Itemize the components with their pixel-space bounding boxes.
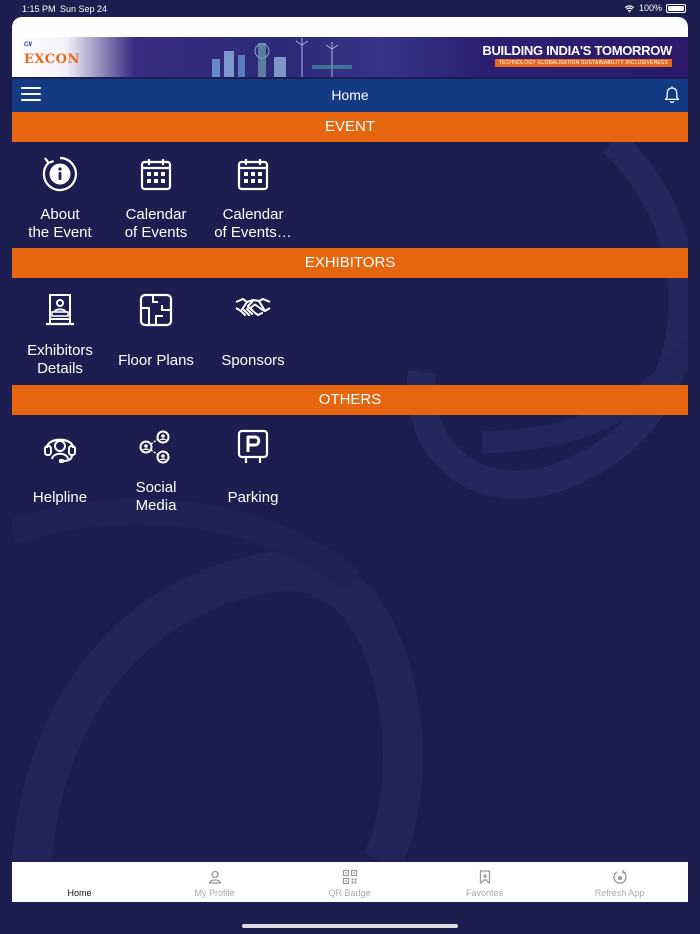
tab-qr-badge[interactable]: QR Badge bbox=[282, 862, 417, 902]
user-icon bbox=[208, 870, 222, 884]
page-title: Home bbox=[331, 87, 369, 103]
section-header-event: EVENT bbox=[12, 112, 688, 142]
excon-logo: EXCON bbox=[24, 52, 80, 67]
tile-label: About the Event bbox=[28, 206, 92, 241]
city-skyline-illustration bbox=[212, 38, 352, 77]
social-network-icon bbox=[139, 430, 170, 464]
tab-label: Refresh App bbox=[594, 888, 645, 898]
info-icon bbox=[42, 156, 77, 192]
cii-logo: CII bbox=[24, 42, 32, 48]
tile-parking[interactable]: Parking bbox=[205, 415, 301, 515]
home-indicator bbox=[242, 924, 458, 928]
tile-label: Calendar of Events… bbox=[214, 206, 292, 241]
wifi-icon bbox=[624, 4, 635, 12]
device-frame: 1:15 PM Sun Sep 24 100% CII EXCON BUILDI… bbox=[0, 0, 700, 934]
floor-plan-icon bbox=[139, 293, 173, 327]
home-icon bbox=[72, 869, 88, 885]
section-header-exhibitors: EXHIBITORS bbox=[12, 248, 688, 278]
battery-percent: 100% bbox=[638, 3, 662, 13]
tab-label: Home bbox=[67, 888, 92, 898]
battery-icon bbox=[666, 3, 686, 13]
navigation-bar: Home bbox=[12, 79, 688, 112]
status-bar: 1:15 PM Sun Sep 24 100% bbox=[0, 0, 700, 17]
status-right: 100% bbox=[624, 3, 686, 13]
tile-label: Exhibitors Details bbox=[27, 342, 93, 377]
exhibitor-booth-icon bbox=[46, 294, 74, 326]
tile-label: Floor Plans bbox=[118, 352, 194, 369]
tile-label: Calendar of Events bbox=[124, 206, 188, 241]
tile-social-media[interactable]: Social Media bbox=[108, 415, 204, 515]
top-safe-area bbox=[12, 17, 688, 37]
tab-refresh-app[interactable]: Refresh App bbox=[552, 862, 687, 902]
tab-label: QR Badge bbox=[328, 888, 371, 898]
tile-label: Social Media bbox=[135, 479, 177, 514]
qr-code-icon bbox=[342, 869, 358, 885]
tile-floor-plans[interactable]: Floor Plans bbox=[108, 278, 204, 378]
tile-calendar-of-events-2[interactable]: Calendar of Events… bbox=[205, 142, 301, 242]
status-time: 1:15 PM bbox=[22, 4, 56, 14]
tab-label: My Profile bbox=[194, 888, 235, 898]
handshake-icon bbox=[235, 298, 271, 317]
bookmark-icon bbox=[479, 870, 491, 884]
parking-icon bbox=[237, 429, 269, 463]
tab-favorites[interactable]: Favorites bbox=[417, 862, 552, 902]
status-date: Sun Sep 24 bbox=[60, 4, 108, 14]
tile-label: Parking bbox=[227, 489, 279, 506]
section-header-others: OTHERS bbox=[12, 385, 688, 415]
headset-icon bbox=[44, 438, 76, 463]
tile-label: Helpline bbox=[32, 489, 88, 506]
tile-sponsors[interactable]: Sponsors bbox=[205, 278, 301, 378]
tile-label: Sponsors bbox=[221, 352, 285, 369]
bottom-tab-bar: Home My Profile QR Badge Favorites Refre… bbox=[12, 862, 688, 902]
event-banner: CII EXCON BUILDING INDIA'S TOMORROW TECH… bbox=[12, 37, 688, 77]
banner-headline: BUILDING INDIA'S TOMORROW bbox=[482, 43, 672, 58]
tab-label: Favorites bbox=[465, 888, 503, 898]
app-screen: CII EXCON BUILDING INDIA'S TOMORROW TECH… bbox=[12, 17, 688, 919]
banner-tagline: TECHNOLOGY GLOBALISATION SUSTAINABILITY … bbox=[494, 59, 672, 67]
tile-about-the-event[interactable]: About the Event bbox=[12, 142, 108, 242]
tab-home[interactable]: Home bbox=[12, 862, 147, 902]
tab-my-profile[interactable]: My Profile bbox=[147, 862, 282, 902]
tile-exhibitors-details[interactable]: Exhibitors Details bbox=[12, 278, 108, 378]
calendar-icon bbox=[140, 159, 172, 191]
calendar-icon bbox=[237, 159, 269, 191]
refresh-icon bbox=[613, 869, 627, 884]
tile-helpline[interactable]: Helpline bbox=[12, 415, 108, 515]
tile-calendar-of-events[interactable]: Calendar of Events bbox=[108, 142, 204, 242]
bell-icon[interactable] bbox=[662, 85, 682, 105]
